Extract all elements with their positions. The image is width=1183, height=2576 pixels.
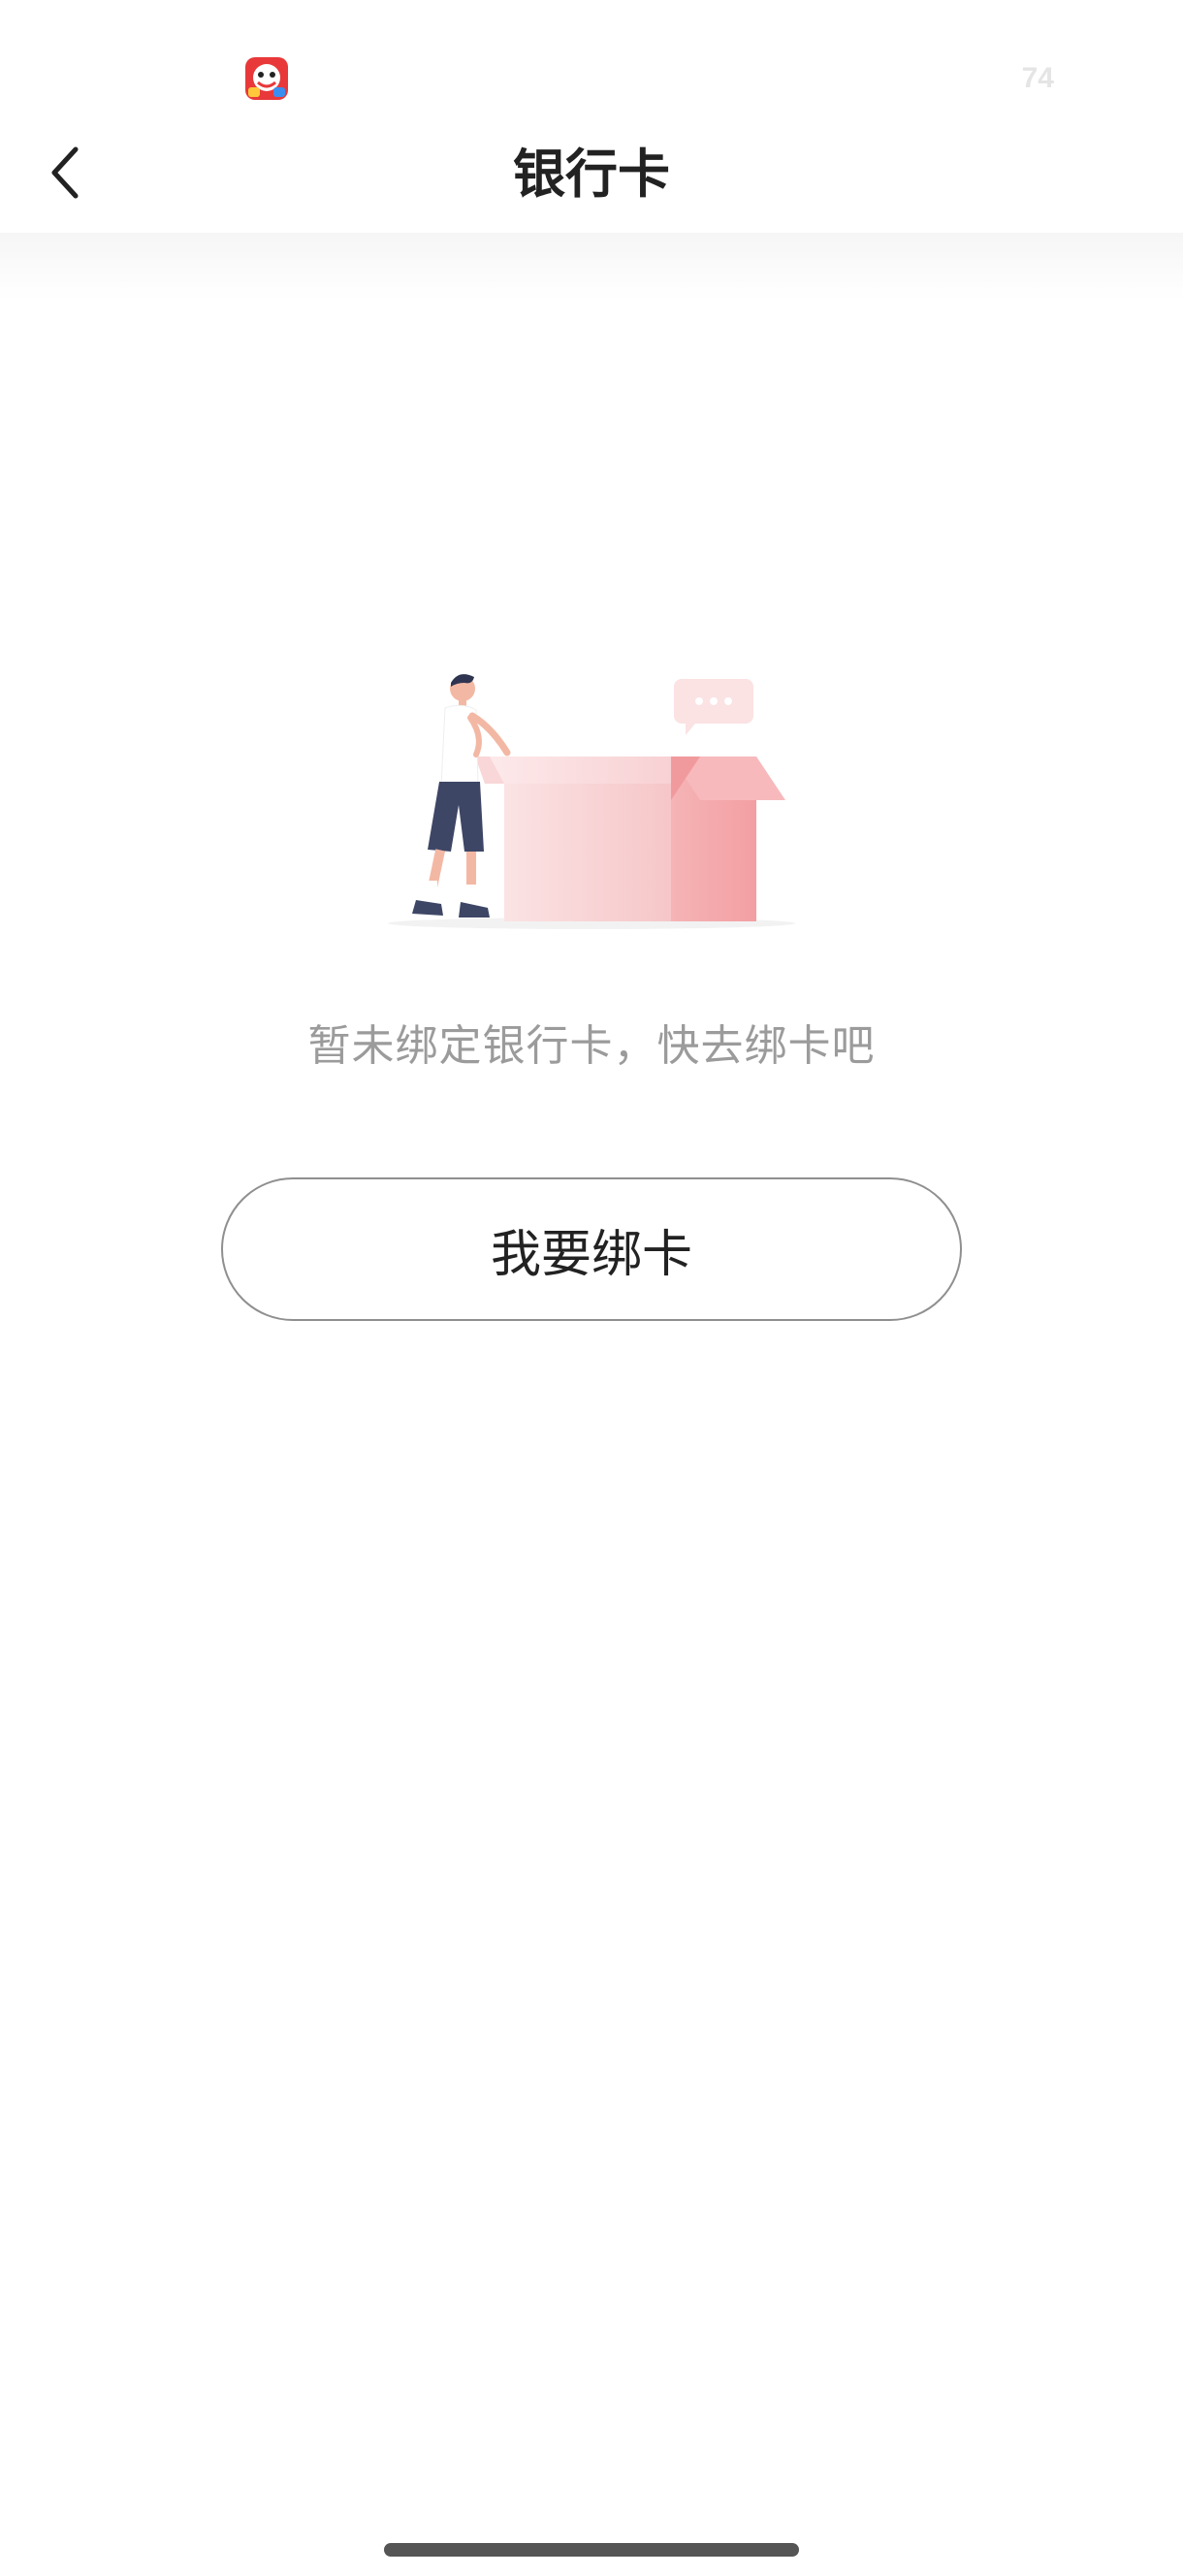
home-indicator[interactable] [384,2543,799,2557]
empty-box-illustration [388,674,795,929]
app-notification-icon [245,57,288,100]
navigation-bar: 银行卡 [0,116,1183,233]
empty-state-message: 暂未绑定银行卡，快去绑卡吧 [307,1021,876,1071]
page-title: 银行卡 [513,144,670,205]
nav-divider-shadow [0,233,1183,301]
battery-level: 74 [1021,62,1054,94]
bind-card-button[interactable]: 我要绑卡 [221,1177,962,1321]
